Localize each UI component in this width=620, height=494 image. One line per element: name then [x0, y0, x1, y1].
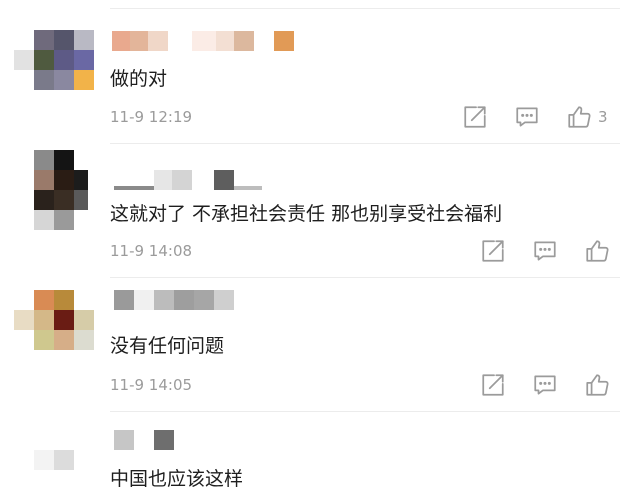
comment-item[interactable]: 这就对了 不承担社会责任 那也别享受社会福利 11-9 14:08 [0, 145, 620, 280]
share-icon [482, 240, 504, 262]
username-blurred[interactable] [112, 31, 302, 51]
username-blurred[interactable] [114, 430, 174, 450]
like-button[interactable] [566, 104, 592, 130]
like-count: 3 [598, 108, 608, 126]
comment-timestamp: 11-9 14:05 [110, 376, 193, 394]
comment-text: 这就对了 不承担社会责任 那也别享受社会福利 [110, 203, 503, 225]
reply-button[interactable] [514, 104, 540, 130]
comment-icon [534, 241, 556, 261]
thumbs-up-icon [586, 374, 609, 396]
thumbs-up-icon [568, 106, 591, 128]
like-button[interactable] [584, 372, 610, 398]
comment-text: 没有任何问题 [110, 335, 225, 357]
share-icon [464, 106, 486, 128]
comment-item[interactable]: 做的对 11-9 12:19 3 [0, 0, 620, 145]
avatar[interactable] [14, 290, 94, 370]
comment-text: 做的对 [110, 68, 168, 90]
username-blurred[interactable] [114, 170, 274, 190]
comment-text: 中国也应该这样 [110, 468, 244, 490]
reply-button[interactable] [532, 238, 558, 264]
like-button[interactable] [584, 238, 610, 264]
comment-divider [110, 143, 620, 144]
comment-icon [516, 107, 538, 127]
avatar[interactable] [14, 440, 94, 480]
share-icon [482, 374, 504, 396]
share-button[interactable] [480, 238, 506, 264]
avatar[interactable] [14, 150, 94, 230]
username-blurred[interactable] [114, 290, 244, 310]
thumbs-up-icon [586, 240, 609, 262]
comment-icon [534, 375, 556, 395]
comment-item[interactable]: 没有任何问题 11-9 14:05 [0, 280, 620, 412]
comment-divider [110, 277, 620, 278]
comment-item[interactable]: 中国也应该这样 [0, 412, 620, 494]
share-button[interactable] [462, 104, 488, 130]
comment-timestamp: 11-9 12:19 [110, 108, 193, 126]
reply-button[interactable] [532, 372, 558, 398]
avatar[interactable] [14, 30, 94, 110]
share-button[interactable] [480, 372, 506, 398]
comment-timestamp: 11-9 14:08 [110, 242, 193, 260]
